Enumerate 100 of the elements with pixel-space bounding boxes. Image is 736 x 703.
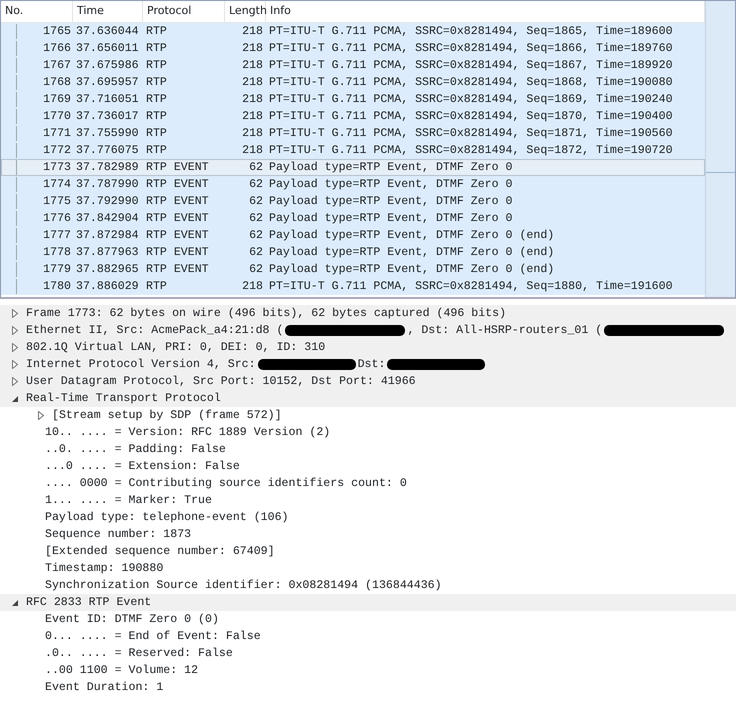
packet-row[interactable]: 1765 37.636044 RTP 218 PT=ITU-T G.711 PCMA, SSRC=0x8281494, Seq=1865, Time=189600 bbox=[1, 23, 705, 40]
tree-item-text[interactable]: 0... .... = End of Event: False bbox=[45, 629, 261, 644]
table-cell-text: PT=ITU-T G.711 PCMA, SSRC=0x8281494, Seq=1880, Time=191600 bbox=[268, 279, 673, 294]
tree-item-text[interactable]: Dst: bbox=[358, 357, 386, 372]
collapsed-triangle-icon[interactable] bbox=[11, 377, 19, 386]
column-header[interactable]: Time bbox=[73, 1, 143, 22]
expanded-triangle-icon[interactable] bbox=[11, 394, 19, 403]
packet-row[interactable]: 1768 37.695957 RTP 218 PT=ITU-T G.711 PCMA, SSRC=0x8281494, Seq=1868, Time=190080 bbox=[1, 74, 705, 91]
table-cell: 1778 bbox=[16, 245, 74, 260]
tree-item-text[interactable]: [Stream setup by SDP (frame 572)] bbox=[52, 408, 282, 423]
table-cell-text: RTP bbox=[145, 109, 168, 124]
tree-item-text[interactable]: .0.. .... = Reserved: False bbox=[45, 646, 233, 661]
table-cell-text: 62 bbox=[248, 245, 264, 260]
table-cell-text: Payload type=RTP Event, DTMF Zero 0 bbox=[268, 194, 513, 209]
tree-item-text[interactable]: Payload type: telephone-event (106) bbox=[45, 510, 289, 525]
packet-row[interactable]: 1766 37.656011 RTP 218 PT=ITU-T G.711 PCMA, SSRC=0x8281494, Seq=1866, Time=189760 bbox=[1, 40, 705, 57]
tree-item-text[interactable]: 10.. .... = Version: RFC 1889 Version (2) bbox=[45, 425, 330, 440]
table-cell-text: 37.636044 bbox=[75, 24, 140, 39]
packet-row[interactable]: 1767 37.675986 RTP 218 PT=ITU-T G.711 PCMA, SSRC=0x8281494, Seq=1867, Time=189920 bbox=[1, 57, 705, 74]
collapsed-triangle-icon[interactable] bbox=[11, 360, 19, 369]
table-cell-text: RTP EVENT bbox=[145, 177, 210, 192]
table-cell: 1774 bbox=[16, 177, 74, 192]
table-cell-text: RTP EVENT bbox=[145, 211, 210, 226]
table-cell: 1769 bbox=[16, 92, 74, 107]
tree-item-text[interactable]: Ethernet II, Src: AcmePack_a4:21:d8 ( bbox=[26, 323, 284, 338]
column-header[interactable]: Length bbox=[225, 1, 266, 22]
packet-row[interactable]: 1778 37.877963 RTP EVENT 62 Payload type=RTP Event, DTMF Zero 0 (end) bbox=[1, 244, 705, 261]
table-cell-text: Payload type=RTP Event, DTMF Zero 0 bbox=[268, 211, 513, 226]
table-cell: 1765 bbox=[16, 24, 74, 39]
packet-row[interactable]: 1776 37.842904 RTP EVENT 62 Payload type=RTP Event, DTMF Zero 0 bbox=[1, 210, 705, 227]
tree-item-text[interactable]: 1... .... = Marker: True bbox=[45, 493, 212, 508]
packet-row[interactable]: 1773 37.782989 RTP EVENT 62 Payload type=RTP Event, DTMF Zero 0 bbox=[1, 159, 705, 176]
table-cell-text: PT=ITU-T G.711 PCMA, SSRC=0x8281494, Seq=1867, Time=189920 bbox=[268, 58, 673, 73]
table-cell-text: RTP bbox=[145, 92, 168, 107]
tree-item-text[interactable]: Synchronization Source identifier: 0x08281494 (136844436) bbox=[45, 578, 442, 593]
table-cell-text: 37.675986 bbox=[75, 58, 140, 73]
tree-item-text[interactable]: Timestamp: 190880 bbox=[45, 561, 164, 576]
table-cell-text: PT=ITU-T G.711 PCMA, SSRC=0x8281494, Seq=1868, Time=190080 bbox=[268, 75, 673, 90]
table-cell-text: 218 bbox=[241, 109, 264, 124]
table-cell: 1777 bbox=[16, 228, 74, 243]
table-cell-text: PT=ITU-T G.711 PCMA, SSRC=0x8281494, Seq=1872, Time=190720 bbox=[268, 143, 673, 158]
table-cell-text: Payload type=RTP Event, DTMF Zero 0 (end) bbox=[268, 245, 554, 260]
table-cell-text: 37.872984 bbox=[75, 228, 140, 243]
packet-row[interactable]: 1780 37.886029 RTP 218 PT=ITU-T G.711 PCMA, SSRC=0x8281494, Seq=1880, Time=191600 bbox=[1, 278, 705, 295]
table-cell: 1772 bbox=[16, 143, 74, 158]
table-cell-text: 218 bbox=[241, 41, 264, 56]
expanded-triangle-icon[interactable] bbox=[11, 598, 19, 607]
packet-row[interactable]: 1770 37.736017 RTP 218 PT=ITU-T G.711 PCMA, SSRC=0x8281494, Seq=1870, Time=190400 bbox=[1, 108, 705, 125]
table-cell-text: RTP EVENT bbox=[145, 194, 210, 209]
collapsed-triangle-icon[interactable] bbox=[11, 326, 19, 335]
table-cell-text: RTP bbox=[145, 41, 168, 56]
table-cell-text: PT=ITU-T G.711 PCMA, SSRC=0x8281494, Seq=1870, Time=190400 bbox=[268, 109, 673, 124]
packet-row[interactable]: 1772 37.776075 RTP 218 PT=ITU-T G.711 PCMA, SSRC=0x8281494, Seq=1872, Time=190720 bbox=[1, 142, 705, 159]
packet-row[interactable]: 1769 37.716051 RTP 218 PT=ITU-T G.711 PCMA, SSRC=0x8281494, Seq=1869, Time=190240 bbox=[1, 91, 705, 108]
table-cell-text: PT=ITU-T G.711 PCMA, SSRC=0x8281494, Seq=1866, Time=189760 bbox=[268, 41, 673, 56]
table-cell: 1767 bbox=[16, 58, 74, 73]
table-cell-text: 62 bbox=[248, 262, 264, 277]
table-cell-text: PT=ITU-T G.711 PCMA, SSRC=0x8281494, Seq=1869, Time=190240 bbox=[268, 92, 673, 107]
table-cell: 1775 bbox=[16, 194, 74, 209]
table-cell-text: 37.776075 bbox=[75, 143, 140, 158]
table-cell-text: 218 bbox=[241, 75, 264, 90]
table-cell-text: RTP bbox=[145, 126, 168, 141]
table-cell-text: 218 bbox=[241, 92, 264, 107]
packet-row[interactable]: 1777 37.872984 RTP EVENT 62 Payload type=RTP Event, DTMF Zero 0 (end) bbox=[1, 227, 705, 244]
packet-row[interactable]: 1779 37.882965 RTP EVENT 62 Payload type=RTP Event, DTMF Zero 0 (end) bbox=[1, 261, 705, 278]
tree-item-text[interactable]: ..00 1100 = Volume: 12 bbox=[45, 663, 198, 678]
table-cell: 1770 bbox=[16, 109, 74, 124]
scrollbar[interactable] bbox=[705, 1, 735, 297]
table-cell-text: 37.755990 bbox=[75, 126, 140, 141]
table-cell: 1766 bbox=[16, 41, 74, 56]
table-cell-text: 37.736017 bbox=[75, 109, 140, 124]
tree-item-text[interactable]: .... 0000 = Contributing source identifiers count: 0 bbox=[45, 476, 407, 491]
table-cell-text: RTP bbox=[145, 75, 168, 90]
table-cell-text: 37.792990 bbox=[75, 194, 140, 209]
table-cell-text: 37.882965 bbox=[75, 262, 140, 277]
table-cell-text: PT=ITU-T G.711 PCMA, SSRC=0x8281494, Seq=1865, Time=189600 bbox=[268, 24, 673, 39]
table-cell: 1771 bbox=[16, 126, 74, 141]
tree-item-text[interactable]: , Dst: All-HSRP-routers_01 ( bbox=[407, 323, 602, 338]
packet-row[interactable]: 1775 37.792990 RTP EVENT 62 Payload type=RTP Event, DTMF Zero 0 bbox=[1, 193, 705, 210]
table-cell-text: Payload type=RTP Event, DTMF Zero 0 bbox=[268, 177, 513, 192]
tree-item-text[interactable]: [Extended sequence number: 67409] bbox=[45, 544, 275, 559]
tree-item-text[interactable]: ...0 .... = Extension: False bbox=[45, 459, 240, 474]
table-cell-text: 37.877963 bbox=[75, 245, 140, 260]
table-cell-text: RTP bbox=[145, 24, 168, 39]
collapsed-triangle-icon[interactable] bbox=[11, 343, 19, 352]
tree-item-text[interactable]: Event ID: DTMF Zero 0 (0) bbox=[45, 612, 219, 627]
tree-item-text[interactable]: Internet Protocol Version 4, Src: bbox=[26, 357, 256, 372]
column-header[interactable]: No. bbox=[1, 1, 73, 22]
tree-item-text[interactable]: Sequence number: 1873 bbox=[45, 527, 192, 542]
table-cell-text: 37.782989 bbox=[75, 160, 140, 175]
packet-row[interactable]: 1771 37.755990 RTP 218 PT=ITU-T G.711 PCMA, SSRC=0x8281494, Seq=1871, Time=190560 bbox=[1, 125, 705, 142]
collapsed-triangle-icon[interactable] bbox=[11, 309, 19, 318]
column-header[interactable]: Protocol bbox=[143, 1, 225, 22]
collapsed-triangle-icon[interactable] bbox=[37, 411, 45, 420]
table-cell-text: RTP EVENT bbox=[145, 160, 210, 175]
table-cell-text: 37.695957 bbox=[75, 75, 140, 90]
tree-item-text[interactable]: Event Duration: 1 bbox=[45, 680, 164, 695]
tree-item-text[interactable]: ..0. .... = Padding: False bbox=[45, 442, 226, 457]
packet-row[interactable]: 1774 37.787990 RTP EVENT 62 Payload type=RTP Event, DTMF Zero 0 bbox=[1, 176, 705, 193]
tree-item-text[interactable]: RFC 2833 RTP Event bbox=[26, 595, 152, 610]
